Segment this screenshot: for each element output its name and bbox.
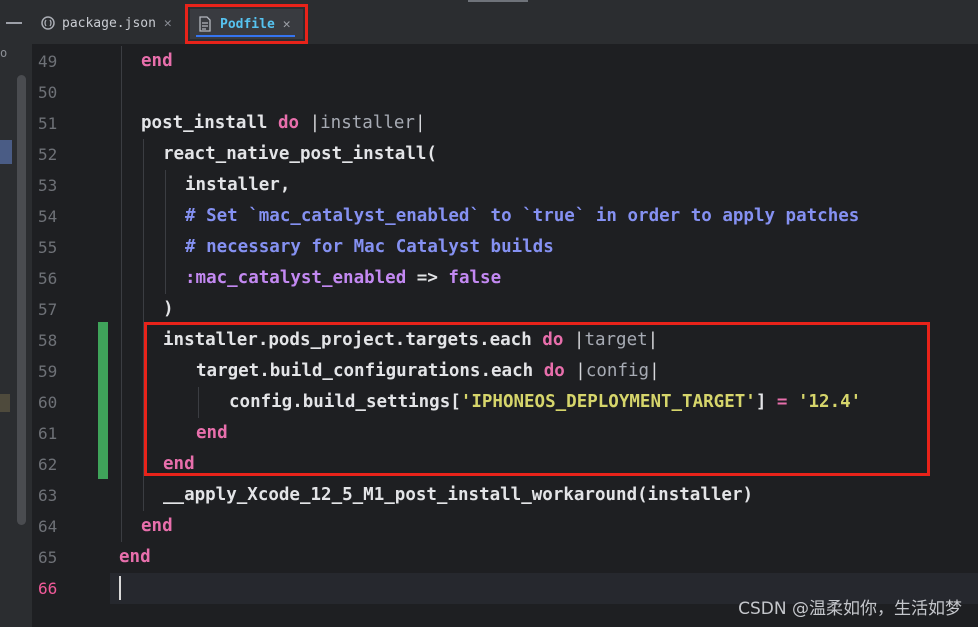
- line-number: 55: [38, 238, 58, 257]
- file-icon: [198, 16, 214, 32]
- line-number: 58: [38, 331, 58, 350]
- code-line[interactable]: end: [110, 511, 978, 542]
- code-token: =>: [406, 268, 449, 288]
- indent-guide: [121, 46, 122, 542]
- line-number: 61: [38, 424, 58, 443]
- close-icon[interactable]: ✕: [283, 17, 291, 32]
- code-token: react_native_post_install(: [163, 144, 437, 164]
- code-token: do: [277, 113, 300, 133]
- editor-tab-bar: package.json ✕ Podfile ✕: [32, 0, 978, 45]
- line-number: 49: [38, 52, 58, 71]
- line-number: 51: [38, 114, 58, 133]
- ide-window: o package.json ✕ Podfile ✕ 49 50 51 52 5…: [0, 0, 978, 627]
- line-number: 57: [38, 300, 58, 319]
- tab-label: Podfile: [220, 16, 275, 32]
- code-token: end: [119, 547, 151, 567]
- code-token: :mac_catalyst_enabled: [185, 268, 407, 288]
- code-line[interactable]: [110, 77, 978, 108]
- code-token: end: [141, 516, 173, 536]
- code-token: false: [448, 268, 502, 288]
- code-line[interactable]: # necessary for Mac Catalyst builds: [110, 232, 978, 263]
- line-number: 50: [38, 83, 58, 102]
- code-token: installer,: [185, 175, 291, 195]
- project-tree-selection[interactable]: [0, 140, 12, 164]
- json-file-icon: [40, 15, 56, 31]
- partial-label-glyph: o: [0, 46, 8, 60]
- tab-podfile[interactable]: Podfile ✕: [185, 4, 308, 44]
- code-editor[interactable]: 49 50 51 52 53 54 55 56 57 58 59 60 61 62 63 64 65 66 end…: [32, 45, 978, 627]
- tab-label: package.json: [62, 15, 156, 31]
- code-token: __apply_Xcode_12_5_M1_post_install_worka…: [163, 485, 754, 505]
- code-line[interactable]: post_install do |installer|: [110, 108, 978, 139]
- annotation-highlight-box: [144, 322, 930, 476]
- code-token: # necessary for Mac Catalyst builds: [185, 237, 554, 257]
- code-token: installer: [320, 113, 415, 133]
- text-caret: [119, 576, 121, 600]
- line-number: 63: [38, 486, 58, 505]
- collapse-icon[interactable]: [6, 22, 22, 24]
- left-tool-strip: o: [0, 0, 33, 627]
- code-line[interactable]: ): [110, 294, 978, 325]
- code-token: ): [163, 299, 174, 319]
- code-line[interactable]: installer,: [110, 170, 978, 201]
- line-number: 56: [38, 269, 58, 288]
- window-top-marker: [468, 0, 528, 2]
- code-token: # Set `mac_catalyst_enabled` to `true` i…: [185, 206, 860, 226]
- line-number: 59: [38, 362, 58, 381]
- code-token: |: [299, 113, 321, 133]
- code-token: |: [414, 113, 426, 133]
- scrollbar[interactable]: [17, 75, 26, 525]
- code-line[interactable]: react_native_post_install(: [110, 139, 978, 170]
- code-line[interactable]: __apply_Xcode_12_5_M1_post_install_worka…: [110, 480, 978, 511]
- tree-marker: [0, 394, 10, 412]
- line-number: 66: [38, 579, 58, 598]
- vcs-change-marker[interactable]: [98, 322, 108, 479]
- line-number: 52: [38, 145, 58, 164]
- close-icon[interactable]: ✕: [164, 16, 172, 31]
- line-number: 65: [38, 548, 58, 567]
- code-line[interactable]: :mac_catalyst_enabled => false: [110, 263, 978, 294]
- line-number: 54: [38, 207, 58, 226]
- watermark: CSDN @温柔如你，生活如梦: [738, 599, 962, 619]
- indent-guide: [165, 170, 166, 294]
- line-number: 60: [38, 393, 58, 412]
- code-token: end: [141, 51, 173, 71]
- line-number-gutter: 49 50 51 52 53 54 55 56 57 58 59 60 61 62 63 64 65 66: [32, 45, 110, 627]
- tab-package-json[interactable]: package.json ✕: [40, 8, 172, 38]
- line-number: 64: [38, 517, 58, 536]
- code-line[interactable]: # Set `mac_catalyst_enabled` to `true` i…: [110, 201, 978, 232]
- line-number: 53: [38, 176, 58, 195]
- line-number: 62: [38, 455, 58, 474]
- code-line[interactable]: end: [110, 542, 978, 573]
- code-line[interactable]: end: [110, 46, 978, 77]
- code-token: post_install: [141, 113, 278, 133]
